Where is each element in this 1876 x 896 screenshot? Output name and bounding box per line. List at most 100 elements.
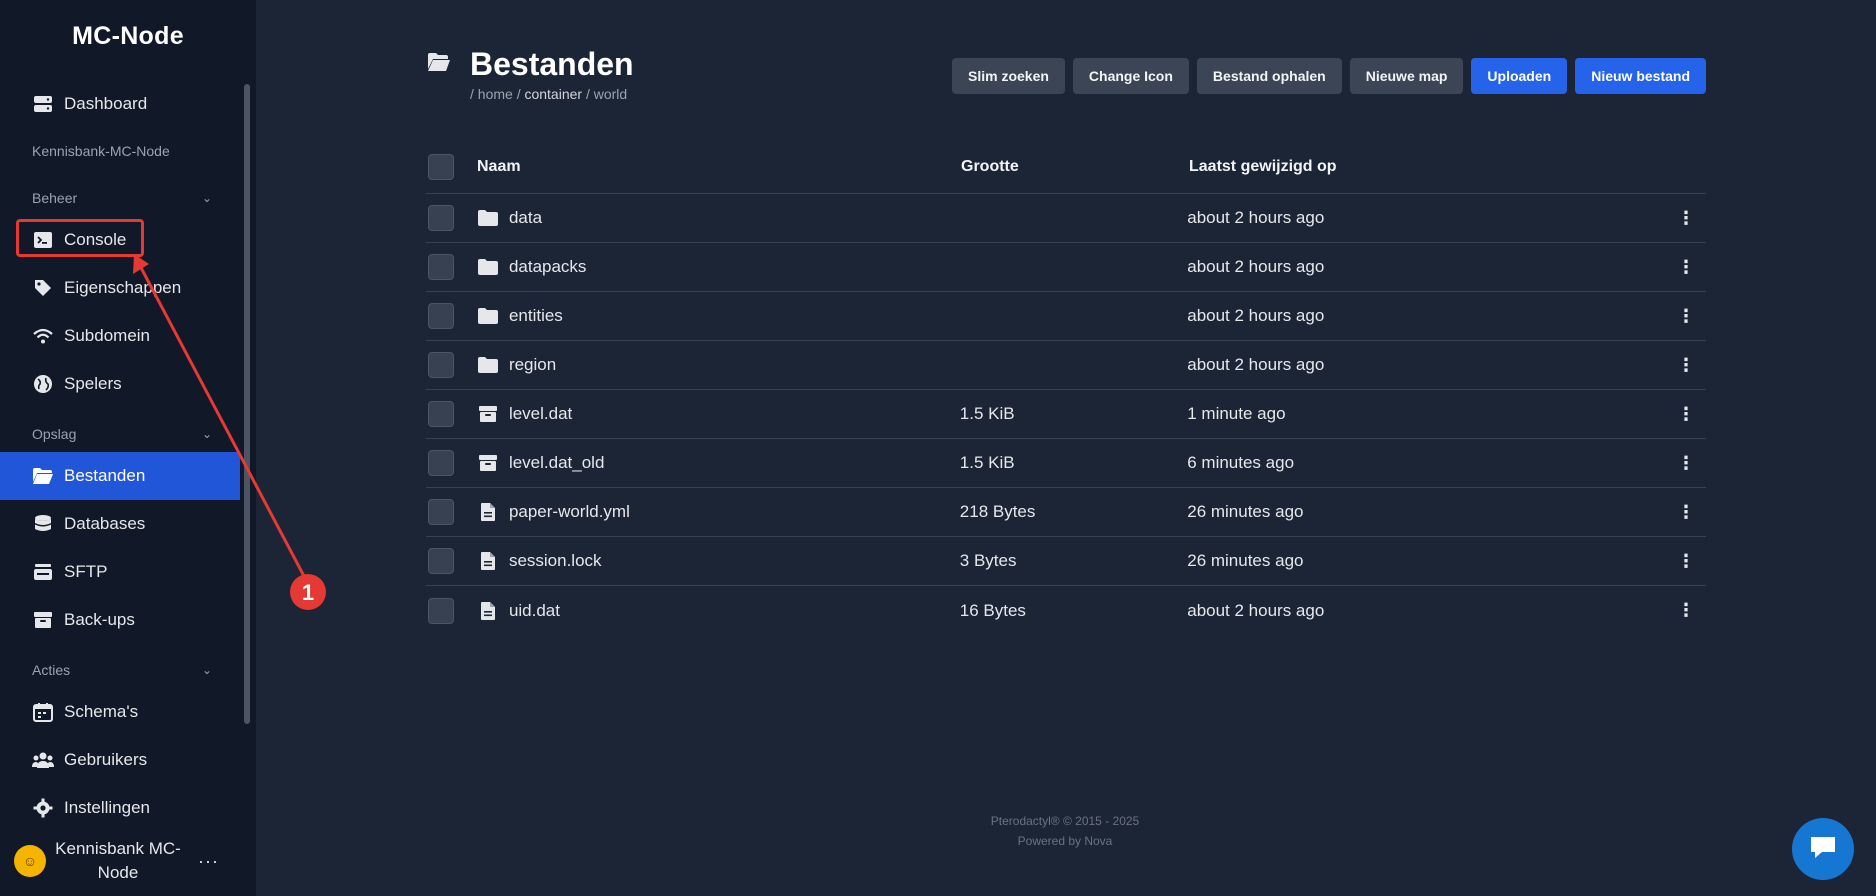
table-row[interactable]: region about 2 hours ago ⋮ xyxy=(426,341,1706,390)
folder-open-icon xyxy=(32,465,54,487)
more-options-icon[interactable]: ··· xyxy=(198,851,219,872)
row-checkbox[interactable] xyxy=(428,499,454,525)
file-name-cell[interactable]: uid.dat xyxy=(477,600,960,622)
sidebar-item-bestanden[interactable]: Bestanden xyxy=(0,452,240,500)
new-file-button[interactable]: Nieuw bestand xyxy=(1575,58,1706,94)
server-name-label: Kennisbank-MC-Node xyxy=(32,143,170,159)
row-menu-icon[interactable]: ⋮ xyxy=(1666,600,1706,621)
table-row[interactable]: session.lock 3 Bytes 26 minutes ago ⋮ xyxy=(426,537,1706,586)
breadcrumb-current[interactable]: container xyxy=(524,86,582,102)
row-menu-icon[interactable]: ⋮ xyxy=(1666,355,1706,376)
chat-icon xyxy=(1808,834,1838,865)
file-name[interactable]: entities xyxy=(509,306,563,326)
row-checkbox[interactable] xyxy=(428,254,454,280)
row-menu-icon[interactable]: ⋮ xyxy=(1666,404,1706,425)
brand-title[interactable]: MC-Node xyxy=(0,22,256,51)
section-opslag[interactable]: Opslag ⌄ xyxy=(32,422,212,446)
sidebar-item-backups[interactable]: Back-ups xyxy=(0,596,240,644)
file-name-cell[interactable]: level.dat_old xyxy=(477,452,960,474)
sidebar-item-sftp[interactable]: SFTP xyxy=(0,548,240,596)
column-modified[interactable]: Laatst gewijzigd op xyxy=(1189,158,1669,176)
table-row[interactable]: level.dat_old 1.5 KiB 6 minutes ago ⋮ xyxy=(426,439,1706,488)
chat-button[interactable] xyxy=(1792,818,1854,880)
row-menu-icon[interactable]: ⋮ xyxy=(1666,257,1706,278)
section-label: Beheer xyxy=(32,190,78,206)
smart-search-button[interactable]: Slim zoeken xyxy=(951,58,1065,94)
row-menu-icon[interactable]: ⋮ xyxy=(1666,453,1706,474)
file-name[interactable]: level.dat xyxy=(509,404,572,424)
file-name[interactable]: session.lock xyxy=(509,551,602,571)
row-checkbox[interactable] xyxy=(428,205,454,231)
row-checkbox[interactable] xyxy=(428,548,454,574)
row-checkbox[interactable] xyxy=(428,352,454,378)
breadcrumb-suffix[interactable]: / world xyxy=(582,86,627,102)
table-row[interactable]: level.dat 1.5 KiB 1 minute ago ⋮ xyxy=(426,390,1706,439)
section-beheer[interactable]: Beheer ⌄ xyxy=(32,186,212,210)
sidebar-item-label: Schema's xyxy=(64,702,139,721)
row-menu-icon[interactable]: ⋮ xyxy=(1666,551,1706,572)
table-header: Naam Grootte Laatst gewijzigd op xyxy=(426,140,1706,194)
file-name-cell[interactable]: paper-world.yml xyxy=(477,501,960,523)
row-checkbox[interactable] xyxy=(428,401,454,427)
file-modified: 6 minutes ago xyxy=(1187,453,1295,472)
row-checkbox[interactable] xyxy=(428,597,454,624)
select-all-checkbox[interactable] xyxy=(428,153,454,180)
section-acties[interactable]: Acties ⌄ xyxy=(32,658,212,682)
user-profile[interactable]: ☺ Kennisbank MC-Node ··· xyxy=(14,836,244,886)
table-row[interactable]: data about 2 hours ago ⋮ xyxy=(426,194,1706,243)
sidebar-item-eigenschappen[interactable]: Eigenschappen xyxy=(0,264,240,312)
fetch-file-button[interactable]: Bestand ophalen xyxy=(1196,58,1342,94)
upload-button[interactable]: Uploaden xyxy=(1471,58,1568,94)
file-name[interactable]: data xyxy=(509,208,542,228)
file-name[interactable]: paper-world.yml xyxy=(509,502,630,522)
sidebar-item-gebruikers[interactable]: Gebruikers xyxy=(0,736,240,784)
file-name[interactable]: level.dat_old xyxy=(509,453,604,473)
sidebar-item-schemas[interactable]: Schema's xyxy=(0,688,240,736)
row-checkbox[interactable] xyxy=(428,450,454,476)
footer: Pterodactyl® © 2015 - 2025 Powered by No… xyxy=(900,811,1230,851)
file-name-cell[interactable]: level.dat xyxy=(477,403,960,425)
chevron-down-icon: ⌄ xyxy=(201,427,212,441)
sidebar-item-label: Databases xyxy=(64,514,146,533)
file-name[interactable]: datapacks xyxy=(509,257,587,277)
sidebar-item-instellingen[interactable]: Instellingen xyxy=(0,784,240,832)
column-name[interactable]: Naam xyxy=(477,158,961,176)
sidebar-item-databases[interactable]: Databases xyxy=(0,500,240,548)
change-icon-button[interactable]: Change Icon xyxy=(1072,58,1189,94)
file-name-cell[interactable]: region xyxy=(477,354,960,376)
row-checkbox[interactable] xyxy=(428,303,454,329)
table-row[interactable]: entities about 2 hours ago ⋮ xyxy=(426,292,1706,341)
file-name-cell[interactable]: data xyxy=(477,207,960,229)
breadcrumb-prefix[interactable]: / home / xyxy=(470,86,524,102)
file-icon xyxy=(477,501,499,523)
table-row[interactable]: paper-world.yml 218 Bytes 26 minutes ago ⋮ xyxy=(426,488,1706,537)
file-modified: 1 minute ago xyxy=(1187,404,1286,423)
table-row[interactable]: uid.dat 16 Bytes about 2 hours ago ⋮ xyxy=(426,586,1706,635)
file-name-cell[interactable]: entities xyxy=(477,305,960,327)
row-menu-icon[interactable]: ⋮ xyxy=(1666,208,1706,229)
file-size: 1.5 KiB xyxy=(959,404,1015,423)
row-menu-icon[interactable]: ⋮ xyxy=(1666,502,1706,523)
archive-icon xyxy=(477,452,499,474)
folder-icon xyxy=(477,207,499,229)
table-row[interactable]: datapacks about 2 hours ago ⋮ xyxy=(426,243,1706,292)
sidebar-item-spelers[interactable]: Spelers xyxy=(0,360,240,408)
avatar[interactable]: ☺ xyxy=(14,845,46,877)
sidebar-item-subdomein[interactable]: Subdomein xyxy=(0,312,240,360)
file-name-cell[interactable]: session.lock xyxy=(477,550,960,572)
column-size[interactable]: Grootte xyxy=(961,158,1189,176)
sidebar-item-dashboard[interactable]: Dashboard xyxy=(0,80,240,128)
footer-powered: Powered by Nova xyxy=(1017,834,1113,848)
table-body: data about 2 hours ago ⋮ datapacks about 2 h… xyxy=(426,194,1706,635)
file-icon xyxy=(477,600,499,622)
sidebar-item-label: Instellingen xyxy=(64,798,151,817)
file-name[interactable]: region xyxy=(509,355,556,375)
new-folder-button[interactable]: Nieuwe map xyxy=(1349,58,1464,94)
breadcrumb: / home / container / world xyxy=(470,86,627,102)
file-modified: about 2 hours ago xyxy=(1187,600,1325,620)
file-name[interactable]: uid.dat xyxy=(509,601,560,621)
row-menu-icon[interactable]: ⋮ xyxy=(1666,306,1706,327)
sidebar-scrollbar[interactable] xyxy=(244,84,250,724)
file-name-cell[interactable]: datapacks xyxy=(477,256,960,278)
footer-copyright[interactable]: Pterodactyl® © 2015 - 2025 xyxy=(900,811,1230,831)
